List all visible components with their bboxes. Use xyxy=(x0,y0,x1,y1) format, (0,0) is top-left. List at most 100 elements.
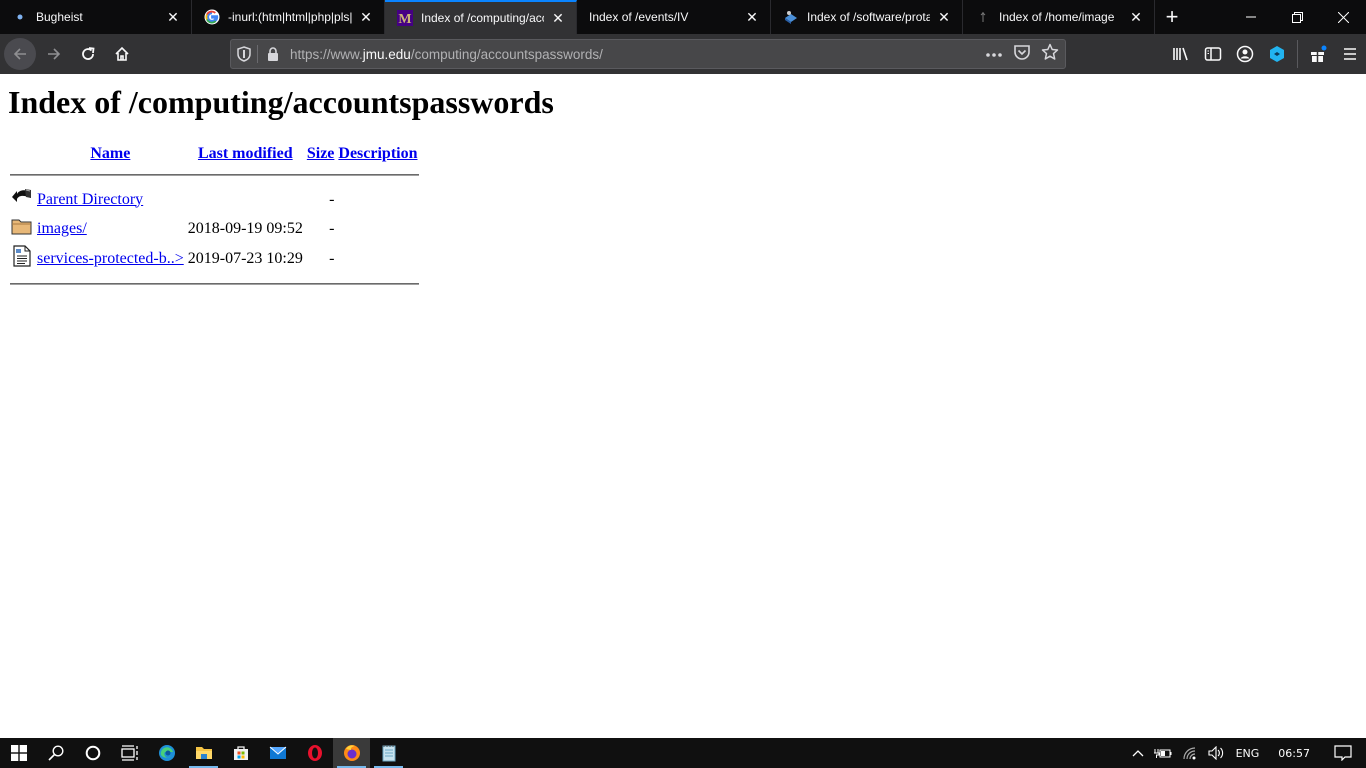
tab-title: -inurl:(htm|html|php|pls| xyxy=(228,10,352,24)
size-cell: - xyxy=(329,190,335,208)
tab-google-search[interactable]: -inurl:(htm|html|php|pls| ✕ xyxy=(192,0,385,34)
close-tab-icon[interactable]: ✕ xyxy=(165,9,181,25)
software-icon xyxy=(783,9,799,25)
sort-by-description-link[interactable]: Description xyxy=(338,145,417,162)
notepad-icon[interactable] xyxy=(370,738,407,768)
table-header-row: Name Last modified Size Description xyxy=(10,144,419,164)
horizontal-rule xyxy=(10,283,419,285)
cortana-icon[interactable] xyxy=(74,738,111,768)
page-content: Index of /computing/accountspasswords Na… xyxy=(0,74,1366,738)
navigation-toolbar: https://www.jmu.edu/computing/accountspa… xyxy=(0,34,1366,74)
sort-by-last-modified-link[interactable]: Last modified xyxy=(198,145,293,162)
images-folder-link[interactable]: images/ xyxy=(37,220,87,237)
language-indicator[interactable]: ENG xyxy=(1231,738,1265,768)
google-icon xyxy=(204,9,220,25)
url-text[interactable]: https://www.jmu.edu/computing/accountspa… xyxy=(290,47,603,62)
forward-button[interactable] xyxy=(38,38,70,70)
edge-icon[interactable] xyxy=(148,738,185,768)
microsoft-store-icon[interactable] xyxy=(222,738,259,768)
tab-title: Index of /home/image xyxy=(999,10,1115,24)
new-tab-button[interactable]: + xyxy=(1155,0,1189,34)
page-actions-icon[interactable] xyxy=(985,45,1003,63)
tab-events-index[interactable]: Index of /events/IV ✕ xyxy=(577,0,771,34)
whats-new-gift-icon[interactable] xyxy=(1302,38,1334,70)
network-wifi-icon[interactable] xyxy=(1177,738,1203,768)
horizontal-rule xyxy=(10,174,419,176)
services-protected-file-link[interactable]: services-protected-b..> xyxy=(37,250,184,267)
battery-icon[interactable] xyxy=(1149,738,1177,768)
modified-cell: 2019-07-23 10:29 xyxy=(187,249,303,267)
address-bar[interactable]: https://www.jmu.edu/computing/accountspa… xyxy=(230,39,1066,69)
page-title: Index of /computing/accountspasswords xyxy=(8,84,554,120)
url-scheme: https://www. xyxy=(290,46,363,62)
name-column-header: Name xyxy=(36,144,185,164)
firefox-icon[interactable] xyxy=(333,738,370,768)
divider xyxy=(257,45,258,63)
tab-title: Bugheist xyxy=(36,10,83,24)
start-button[interactable] xyxy=(0,738,37,768)
home-button[interactable] xyxy=(106,38,138,70)
description-cell xyxy=(337,215,418,242)
show-hidden-icons-chevron-icon[interactable] xyxy=(1127,738,1149,768)
folder-icon xyxy=(10,215,34,242)
task-view-icon[interactable] xyxy=(111,738,148,768)
close-tab-icon[interactable]: ✕ xyxy=(1128,9,1144,25)
description-cell xyxy=(337,186,418,213)
reload-button[interactable] xyxy=(72,38,104,70)
tab-title: Index of /computing/acc xyxy=(421,11,544,25)
mail-icon[interactable] xyxy=(259,738,296,768)
sidebar-icon[interactable] xyxy=(1197,38,1229,70)
dot-icon xyxy=(12,9,28,25)
jmu-m-icon: M xyxy=(397,10,413,26)
clock[interactable]: 06:57 xyxy=(1264,738,1324,768)
volume-icon[interactable] xyxy=(1203,738,1231,768)
close-tab-icon[interactable]: ✕ xyxy=(550,10,566,26)
action-center-icon[interactable] xyxy=(1324,738,1366,768)
lock-icon[interactable] xyxy=(266,47,280,61)
table-row: services-protected-b..> 2019-07-23 10:29… xyxy=(10,244,419,273)
size-cell: - xyxy=(329,249,335,267)
last-modified-column-header: Last modified xyxy=(187,144,304,164)
tab-software-index[interactable]: Index of /software/protar ✕ xyxy=(771,0,963,34)
tab-title: Index of /software/protar xyxy=(807,10,930,24)
account-icon[interactable] xyxy=(1229,38,1261,70)
minimize-button[interactable] xyxy=(1228,0,1274,34)
tab-bugheist[interactable]: Bugheist ✕ xyxy=(0,0,192,34)
size-column-header: Size xyxy=(306,144,336,164)
close-tab-icon[interactable]: ✕ xyxy=(358,9,374,25)
sort-by-name-link[interactable]: Name xyxy=(90,145,130,162)
system-tray: ENG 06:57 xyxy=(1127,738,1366,768)
table-row: Parent Directory - xyxy=(10,186,419,213)
description-cell xyxy=(337,244,418,273)
tracking-protection-shield-icon[interactable] xyxy=(231,46,257,62)
tab-strip: Bugheist ✕ -inurl:(htm|html|php|pls| ✕ M… xyxy=(0,0,1366,34)
table-row: images/ 2018-09-19 09:52 - xyxy=(10,215,419,242)
directory-listing-table: Name Last modified Size Description Pare… xyxy=(8,142,421,287)
back-arrow-icon xyxy=(10,186,34,213)
file-explorer-icon[interactable] xyxy=(185,738,222,768)
extension-icon[interactable] xyxy=(1261,38,1293,70)
size-cell: - xyxy=(329,219,335,237)
search-icon[interactable] xyxy=(37,738,74,768)
name-cell: Parent Directory xyxy=(36,186,185,213)
url-path: /computing/accountspasswords/ xyxy=(410,46,603,62)
small-icon xyxy=(975,9,991,25)
pocket-icon[interactable] xyxy=(1013,44,1031,65)
parent-directory-link[interactable]: Parent Directory xyxy=(37,191,143,208)
tab-title: Index of /events/IV xyxy=(589,10,689,24)
library-icon[interactable] xyxy=(1165,38,1197,70)
close-tab-icon[interactable]: ✕ xyxy=(936,9,952,25)
back-button[interactable] xyxy=(4,38,36,70)
modified-cell xyxy=(187,186,304,213)
close-tab-icon[interactable]: ✕ xyxy=(744,9,760,25)
bookmark-star-icon[interactable] xyxy=(1041,43,1059,66)
document-icon xyxy=(10,244,34,273)
tab-computing-index[interactable]: M Index of /computing/acc ✕ xyxy=(385,0,577,34)
restore-button[interactable] xyxy=(1274,0,1320,34)
close-window-button[interactable] xyxy=(1320,0,1366,34)
icon-column-header xyxy=(10,144,34,164)
menu-hamburger-icon[interactable] xyxy=(1334,38,1366,70)
tab-home-image-index[interactable]: Index of /home/image ✕ xyxy=(963,0,1155,34)
opera-icon[interactable] xyxy=(296,738,333,768)
sort-by-size-link[interactable]: Size xyxy=(307,145,335,162)
